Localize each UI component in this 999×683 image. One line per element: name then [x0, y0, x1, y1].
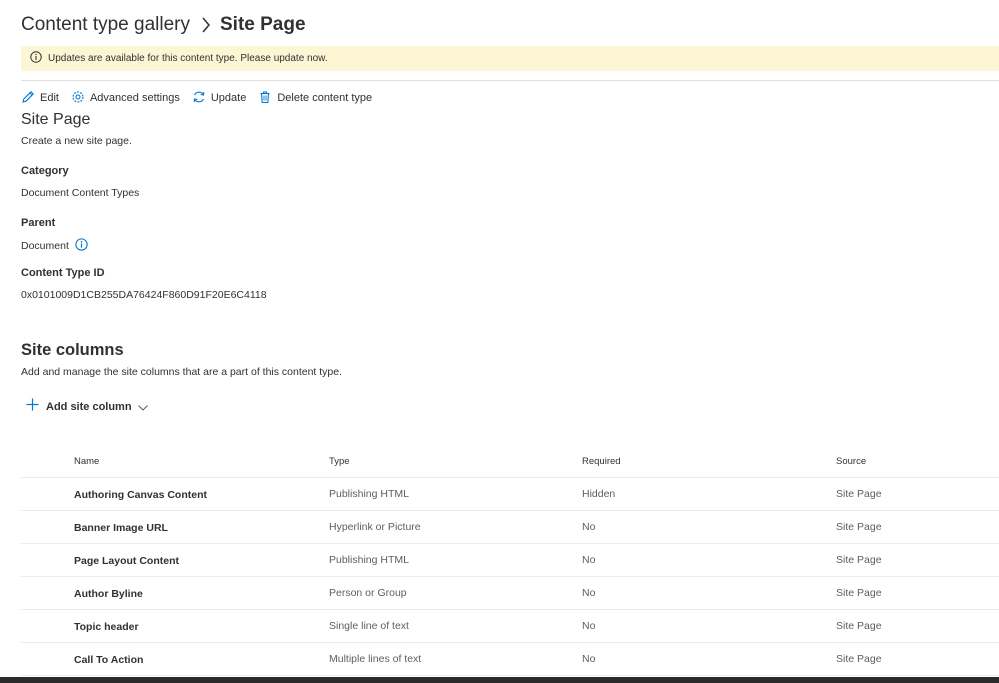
- table-row[interactable]: Banner Image URL Hyperlink or Picture No…: [21, 511, 999, 544]
- edit-label: Edit: [40, 92, 59, 104]
- column-header-required[interactable]: Required: [582, 456, 621, 467]
- cell-required: No: [582, 620, 596, 632]
- add-site-column-label: Add site column: [46, 401, 132, 413]
- breadcrumb-content-type-gallery[interactable]: Content type gallery: [21, 14, 190, 36]
- column-header-type[interactable]: Type: [329, 456, 350, 467]
- cell-source: Site Page: [836, 488, 882, 500]
- cell-type: Multiple lines of text: [329, 653, 422, 665]
- refresh-icon: [192, 90, 211, 107]
- cell-source: Site Page: [836, 620, 882, 632]
- cell-name[interactable]: Author Byline: [74, 588, 143, 600]
- table-row[interactable]: Author Byline Person or Group No Site Pa…: [21, 577, 999, 610]
- cell-source: Site Page: [836, 521, 882, 533]
- update-banner: Updates are available for this content t…: [21, 46, 999, 71]
- content-type-id-value: 0x0101009D1CB255DA76424F860D91F20E6C4118: [21, 289, 267, 301]
- column-header-source[interactable]: Source: [836, 456, 866, 467]
- site-columns-title: Site columns: [21, 341, 124, 359]
- parent-label: Parent: [21, 217, 56, 229]
- breadcrumb: Content type gallery Site Page: [21, 10, 306, 40]
- table-row[interactable]: Page Layout Content Publishing HTML No S…: [21, 544, 999, 577]
- cell-name[interactable]: Page Layout Content: [74, 555, 179, 567]
- cell-type: Hyperlink or Picture: [329, 521, 421, 533]
- taskbar-edge: [0, 677, 999, 683]
- cell-source: Site Page: [836, 554, 882, 566]
- content-type-title: Site Page: [21, 111, 91, 128]
- category-label: Category: [21, 165, 69, 177]
- cell-name[interactable]: Call To Action: [74, 654, 143, 666]
- cell-source: Site Page: [836, 653, 882, 665]
- cell-required: Hidden: [582, 488, 616, 500]
- page-title: Site Page: [220, 14, 306, 35]
- update-label: Update: [210, 92, 247, 104]
- update-button[interactable]: Update: [192, 90, 246, 107]
- advanced-settings-button[interactable]: Advanced settings: [71, 90, 180, 107]
- cell-required: No: [582, 521, 596, 533]
- cell-source: Site Page: [836, 587, 882, 599]
- delete-content-type-button[interactable]: Delete content type: [258, 90, 372, 107]
- cell-type: Person or Group: [329, 587, 407, 599]
- site-columns-table: Name Type Required Source Authoring Canv…: [21, 447, 999, 676]
- content-type-description: Create a new site page.: [21, 135, 132, 147]
- command-bar: Edit Advanced settings Update Delete con…: [21, 89, 384, 107]
- plus-icon: [26, 398, 39, 416]
- content-type-id-label: Content Type ID: [21, 267, 105, 279]
- parent-value: Document: [21, 238, 88, 254]
- cell-name[interactable]: Banner Image URL: [74, 522, 168, 534]
- chevron-down-icon: [137, 398, 148, 416]
- cell-required: No: [582, 554, 596, 566]
- trash-icon: [258, 90, 277, 107]
- site-columns-description: Add and manage the site columns that are…: [21, 366, 343, 378]
- table-row[interactable]: Call To Action Multiple lines of text No…: [21, 643, 999, 676]
- cell-name[interactable]: Authoring Canvas Content: [74, 489, 207, 501]
- table-row[interactable]: Topic header Single line of text No Site…: [21, 610, 999, 643]
- info-icon[interactable]: [69, 238, 88, 254]
- table-row[interactable]: Authoring Canvas Content Publishing HTML…: [21, 478, 999, 511]
- divider: [21, 80, 999, 81]
- cell-type: Single line of text: [329, 620, 409, 632]
- column-header-name[interactable]: Name: [74, 456, 99, 467]
- cell-type: Publishing HTML: [329, 488, 409, 500]
- edit-button[interactable]: Edit: [21, 90, 59, 107]
- advanced-settings-label: Advanced settings: [89, 92, 180, 104]
- category-value: Document Content Types: [21, 187, 140, 199]
- delete-content-type-label: Delete content type: [277, 92, 373, 104]
- pencil-icon: [21, 90, 40, 107]
- cell-required: No: [582, 653, 596, 665]
- gear-icon: [71, 90, 90, 107]
- cell-type: Publishing HTML: [329, 554, 409, 566]
- cell-required: No: [582, 587, 596, 599]
- info-icon: [30, 50, 42, 68]
- table-header: Name Type Required Source: [21, 447, 999, 478]
- add-site-column-button[interactable]: Add site column: [26, 398, 148, 416]
- chevron-right-icon: [201, 17, 211, 33]
- banner-message: Updates are available for this content t…: [48, 53, 328, 64]
- cell-name[interactable]: Topic header: [74, 621, 139, 633]
